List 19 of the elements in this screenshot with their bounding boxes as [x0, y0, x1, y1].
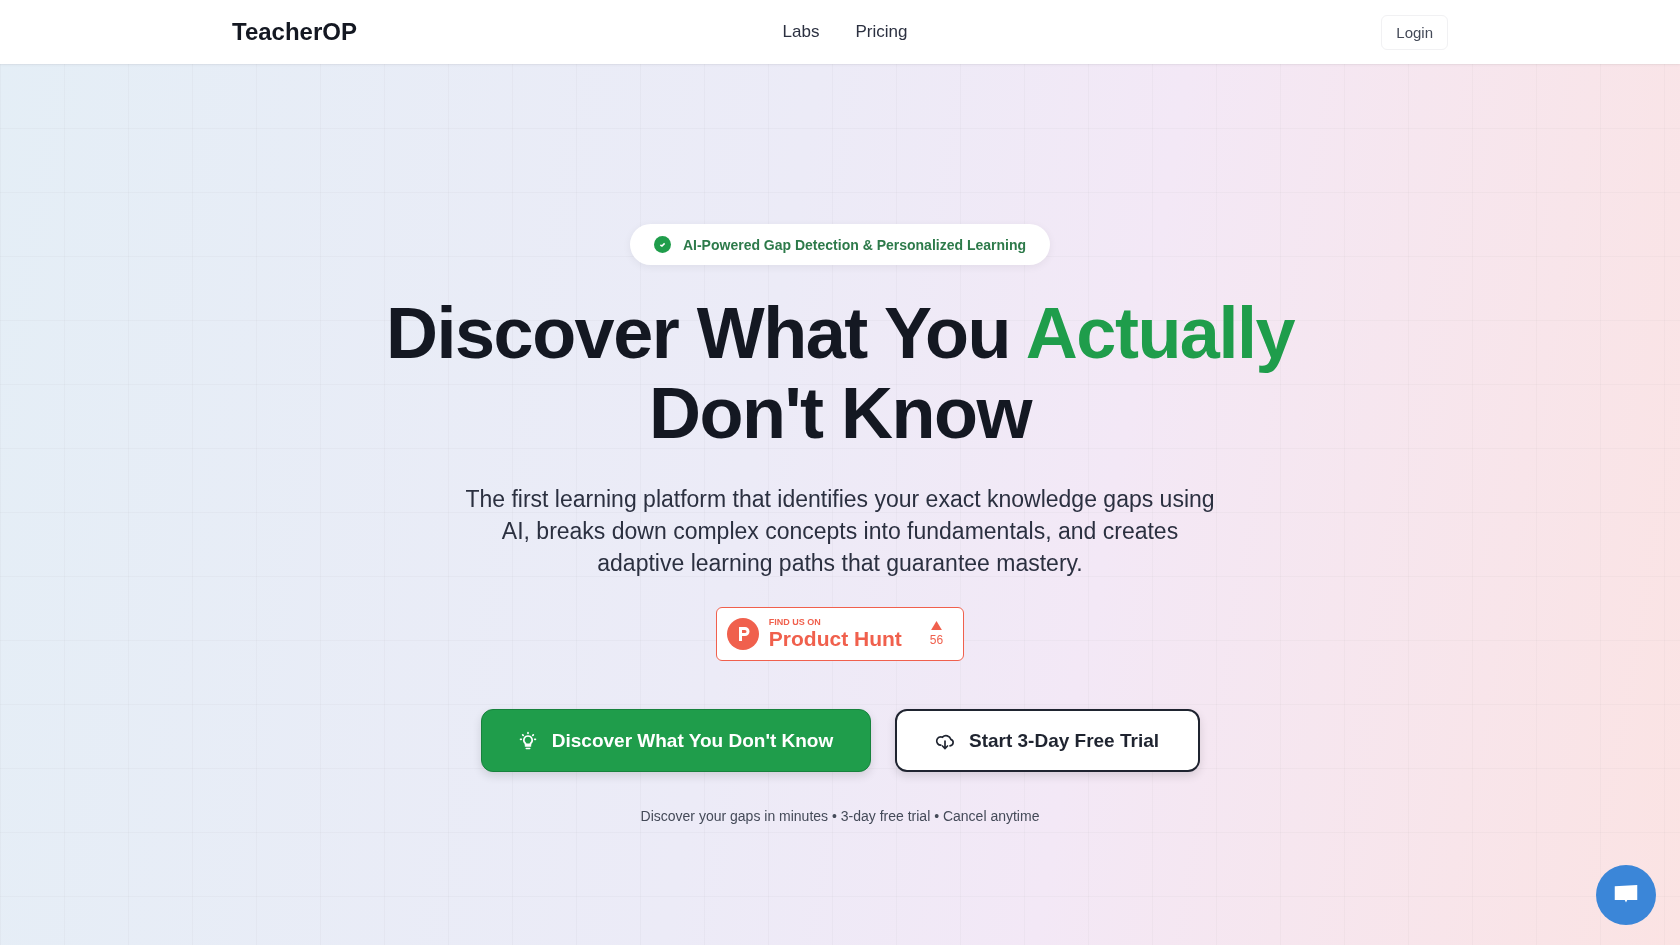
chat-button[interactable] [1596, 865, 1656, 925]
nav-link[interactable]: Labs [782, 22, 820, 42]
nav-link[interactable]: Pricing [855, 22, 908, 42]
description: The first learning platform that identifies your exact knowledge gaps using AI, breaks down complex concepts into fundamentals, and creates adaptive learning paths that guarantee mastery. [464, 485, 1216, 578]
login-button[interactable]: Login [1381, 14, 1448, 50]
discover-button[interactable]: Discover What You Don't Know [480, 709, 871, 772]
check-icon [653, 236, 671, 253]
ph-kicker: FIND US ON [768, 617, 822, 627]
badge-text: AI-Powered Gap Detection & Personalized Learning [682, 236, 1027, 253]
lightbulb-icon [517, 730, 538, 751]
trial-button[interactable]: Start 3-Day Free Trial [894, 709, 1200, 772]
logo[interactable]: TeacherOP [232, 18, 357, 46]
headline-line: Don't Know [649, 373, 1031, 453]
upvote-icon [931, 621, 942, 630]
vote-count: 56 [929, 633, 944, 647]
footnote: Discover your gaps in minutes • 3-day free trial • Cancel anytime [640, 808, 1040, 824]
product-hunt-logo-icon [726, 618, 759, 650]
headline-line: Discover What You Actually [386, 293, 1294, 373]
ph-name: Product Hunt [768, 627, 902, 651]
